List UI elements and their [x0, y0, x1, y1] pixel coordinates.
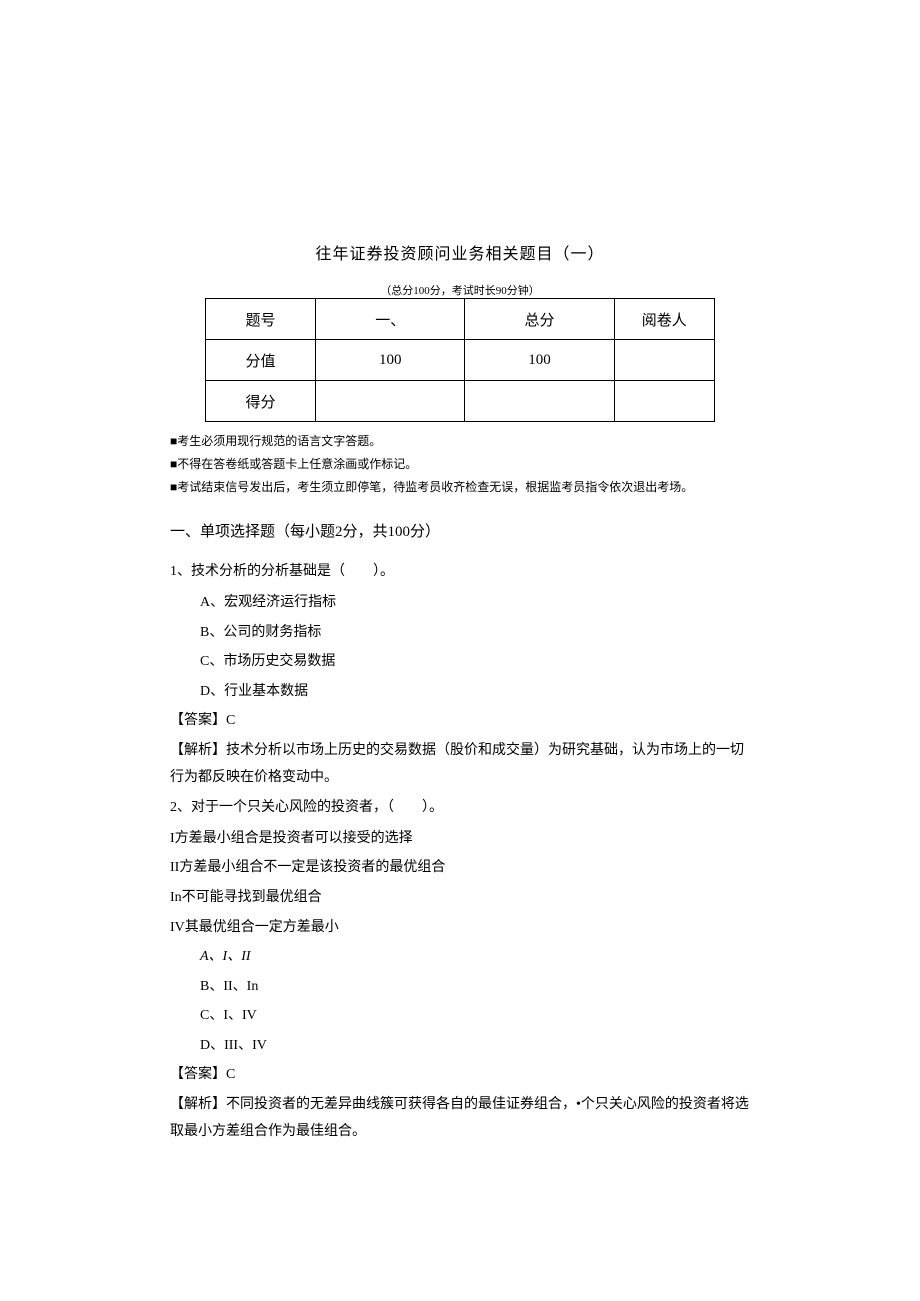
explanation: 【解析】技术分析以市场上历史的交易数据（股价和成交量）为研究基础，认为市场上的一… — [170, 738, 750, 791]
exam-notes: ■考生必须用现行规范的语言文字答题。 ■不得在答卷纸或答题卡上任意涂画或作标记。… — [170, 430, 750, 498]
cell-value: 100 — [465, 340, 614, 381]
answer-label: 【答案】C — [170, 1062, 750, 1089]
document-page: 往年证券投资顾问业务相关题目（一） （总分100分，考试时长90分钟） 题号 一… — [0, 0, 920, 1228]
cell-value: 100 — [316, 340, 465, 381]
option-text: A、I、II — [200, 949, 251, 964]
option-a: A、I、II — [200, 944, 750, 971]
document-title: 往年证券投资顾问业务相关题目（一） — [170, 240, 750, 264]
cell-label: 分值 — [206, 340, 316, 381]
cell-value — [614, 381, 714, 422]
option-d: D、行业基本数据 — [200, 679, 750, 706]
document-subtitle: （总分100分，考试时长90分钟） — [170, 282, 750, 298]
cell-value — [316, 381, 465, 422]
cell-value — [465, 381, 614, 422]
section-heading: 一、单项选择题（每小题2分，共100分） — [170, 520, 750, 541]
question-2: 2、对于一个只关心风险的投资者，（ ）。 I方差最小组合是投资者可以接受的选择 … — [170, 795, 750, 1145]
statement-4: IV其最优组合一定方差最小 — [170, 915, 750, 942]
score-table: 题号 一、 总分 阅卷人 分值 100 100 得分 — [205, 298, 715, 422]
table-row: 题号 一、 总分 阅卷人 — [206, 299, 715, 340]
cell-label: 得分 — [206, 381, 316, 422]
note-item: ■考试结束信号发出后，考生须立即停笔，待监考员收齐检查无误，根据监考员指令依次退… — [170, 476, 750, 499]
note-item: ■考生必须用现行规范的语言文字答题。 — [170, 430, 750, 453]
option-c: C、I、IV — [200, 1003, 750, 1030]
statement-3: In不可能寻找到最优组合 — [170, 885, 750, 912]
question-1: 1、技术分析的分析基础是（ ）。 A、宏观经济运行指标 B、公司的财务指标 C、… — [170, 559, 750, 791]
note-item: ■不得在答卷纸或答题卡上任意涂画或作标记。 — [170, 453, 750, 476]
cell-label: 题号 — [206, 299, 316, 340]
statement-2: II方差最小组合不一定是该投资者的最优组合 — [170, 855, 750, 882]
table-row: 分值 100 100 — [206, 340, 715, 381]
option-b: B、II、In — [200, 974, 750, 1001]
option-a: A、宏观经济运行指标 — [200, 590, 750, 617]
cell-value: 阅卷人 — [614, 299, 714, 340]
question-options: A、I、II B、II、In C、I、IV D、III、IV — [170, 944, 750, 1059]
cell-value: 总分 — [465, 299, 614, 340]
cell-value — [614, 340, 714, 381]
question-stem: 1、技术分析的分析基础是（ ）。 — [170, 559, 750, 586]
option-c: C、市场历史交易数据 — [200, 649, 750, 676]
answer-label: 【答案】C — [170, 708, 750, 735]
table-row: 得分 — [206, 381, 715, 422]
statement-1: I方差最小组合是投资者可以接受的选择 — [170, 826, 750, 853]
question-options: A、宏观经济运行指标 B、公司的财务指标 C、市场历史交易数据 D、行业基本数据 — [170, 590, 750, 705]
explanation: 【解析】不同投资者的无差异曲线簇可获得各自的最佳证券组合，•个只关心风险的投资者… — [170, 1092, 750, 1145]
cell-value: 一、 — [316, 299, 465, 340]
option-b: B、公司的财务指标 — [200, 620, 750, 647]
question-stem: 2、对于一个只关心风险的投资者，（ ）。 — [170, 795, 750, 822]
option-d: D、III、IV — [200, 1033, 750, 1060]
